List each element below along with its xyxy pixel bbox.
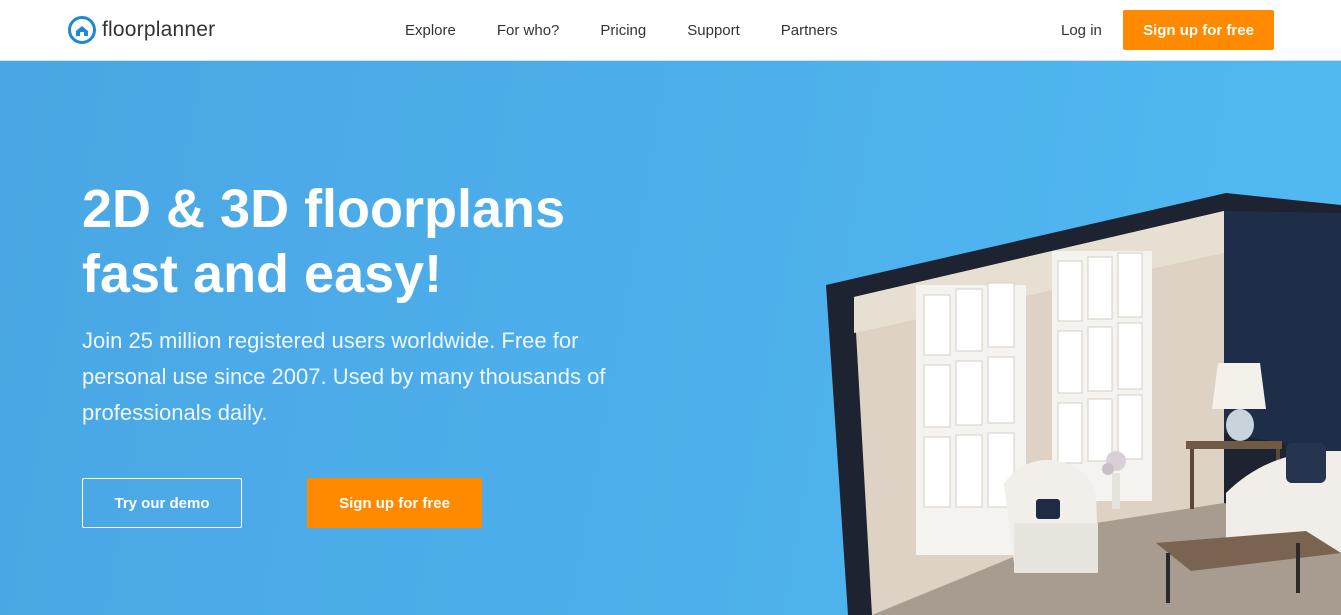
headline-line-2: fast and easy! [82,244,443,304]
hero-section: 2D & 3D floorplans fast and easy! Join 2… [0,61,1341,615]
nav-for-who[interactable]: For who? [497,22,560,39]
nav-partners[interactable]: Partners [781,22,838,39]
hero-subtitle: Join 25 million registered users worldwi… [82,328,606,425]
armchair [1004,459,1098,573]
main-nav: Explore For who? Pricing Support Partner… [405,0,879,61]
try-demo-button[interactable]: Try our demo [82,478,242,528]
floorplanner-logo[interactable]: floorplanner [68,14,215,46]
house-icon [68,16,96,44]
top-navigation-bar: floorplanner Explore For who? Pricing Su… [0,0,1341,61]
hero-signup-button[interactable]: Sign up for free [307,478,482,528]
window-right [1052,251,1152,501]
nav-pricing[interactable]: Pricing [600,22,646,39]
nav-support[interactable]: Support [687,22,740,39]
3d-room-illustration [826,193,1341,615]
hero-headline: 2D & 3D floorplans fast and easy! [82,177,642,307]
logo-text: floorplanner [102,18,216,41]
header-signup-button[interactable]: Sign up for free [1123,10,1274,50]
login-link[interactable]: Log in [1061,0,1102,61]
nav-explore[interactable]: Explore [405,22,456,39]
headline-line-1: 2D & 3D floorplans [82,179,566,239]
